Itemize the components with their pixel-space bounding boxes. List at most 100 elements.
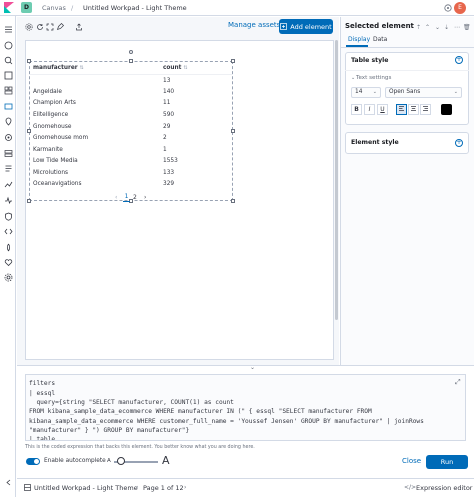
tab-display[interactable]: Display [348,36,370,43]
column-header-count[interactable]: count ⇅ [163,65,188,71]
discover-icon[interactable] [4,56,13,65]
run-button[interactable]: Run [426,455,468,469]
canvas-icon[interactable] [4,102,13,111]
resize-handle-w[interactable] [27,129,31,133]
chevron-right-icon[interactable]: › [184,484,186,491]
font-family-select[interactable]: Open Sans ⌄ [385,87,462,98]
logs-icon[interactable] [4,164,13,173]
sort-icon[interactable]: ⇅ [183,65,187,71]
infrastructure-icon[interactable] [4,149,13,158]
resize-handle-e[interactable] [231,129,235,133]
resize-handle-nw[interactable] [27,59,31,63]
align-right-button[interactable] [420,104,431,115]
text-color-swatch[interactable] [441,104,452,115]
table-style-title: Table style [351,57,389,64]
expand-icon[interactable]: ⤢ [455,378,461,387]
edit-icon[interactable] [56,23,64,31]
code-line[interactable]: FROM kibana_sample_data_ecommerce WHERE … [29,408,372,415]
visualize-icon[interactable] [4,71,13,80]
pagination-next-button[interactable]: › [144,194,146,201]
maps-icon[interactable] [4,117,13,126]
align-left-button[interactable] [396,104,407,115]
delete-icon[interactable]: 🗑 [463,24,471,31]
chevron-down-icon[interactable]: ⌄ [435,24,440,31]
apm-icon[interactable] [4,180,13,189]
editor-collapse-bar[interactable] [17,365,474,372]
chevron-down-icon: ⌄ [372,89,377,95]
add-style-icon[interactable]: + [455,56,463,64]
layer-down-icon[interactable]: ⇣ [444,24,449,31]
bold-button[interactable]: B [351,104,362,115]
code-line[interactable]: filters [29,380,55,387]
help-icon[interactable] [442,2,453,13]
kibana-logo-icon[interactable] [4,2,14,13]
manage-assets-link[interactable]: Manage assets [228,21,280,29]
align-right-icon [423,106,428,111]
chevron-up-icon[interactable]: ⌃ [425,24,430,31]
expression-editor-toggle[interactable]: Expression editor [416,484,472,492]
space-badge[interactable]: D [21,2,32,13]
close-button[interactable]: Close [402,457,421,465]
pagination-page-1[interactable]: 1 [123,193,130,202]
workspace-scrollbar[interactable] [335,40,338,320]
font-size-select[interactable]: 14 ⌄ [351,87,381,98]
text-settings-toggle[interactable]: Text settings [356,75,391,81]
menu-icon[interactable] [4,25,13,34]
more-options-icon[interactable]: ⋯ [454,24,460,31]
share-icon[interactable] [75,23,83,31]
chevron-down-icon[interactable]: ⌄ [351,75,355,81]
resize-handle-n[interactable] [129,59,133,63]
management-icon[interactable] [4,273,13,282]
breadcrumb-canvas[interactable]: Canvas [42,4,66,12]
table-cell-manufacturer: Karmanite [33,147,63,153]
chevron-down-icon: ⌄ [453,89,458,95]
resize-handle-ne[interactable] [231,59,235,63]
add-element-button[interactable]: Add element [279,19,333,34]
siem-icon[interactable] [4,212,13,221]
add-element-style-icon[interactable]: + [455,139,463,147]
font-size-slider-thumb[interactable] [117,457,125,465]
chevron-down-icon[interactable]: ⌄ [250,364,255,371]
code-line[interactable]: kibana_sample_data_ecommerce WHERE custo… [29,418,424,425]
code-line[interactable]: "manufacturer" } ") GROUP BY manufacture… [29,427,189,434]
pagination-page-2[interactable]: 2 [133,194,137,201]
table-cell-count: 590 [163,112,175,118]
dashboard-icon[interactable] [4,86,13,95]
collapse-nav-icon[interactable] [4,478,13,487]
refresh-icon[interactable] [36,23,44,31]
layer-up-icon[interactable]: ⇡ [416,24,421,31]
heart-icon[interactable] [4,258,13,267]
align-left-icon [399,106,404,111]
rotate-handle[interactable] [129,50,133,54]
settings-icon[interactable] [25,23,33,31]
devtools-icon[interactable] [4,227,13,236]
code-line[interactable]: | essql [29,390,55,397]
recent-icon[interactable] [4,41,13,50]
column-header-manufacturer[interactable]: manufacturer ⇅ [33,65,84,71]
underline-button[interactable]: U [377,104,388,115]
font-size-small-label: A [107,458,111,464]
table-cell-count: 1553 [163,158,178,164]
italic-button[interactable]: I [364,104,375,115]
stack-monitoring-icon[interactable] [4,243,13,252]
tab-data[interactable]: Data [373,36,387,43]
left-navigation [0,16,16,497]
pagination-prev-button[interactable]: ‹ [115,194,117,201]
align-center-button[interactable] [408,104,419,115]
selected-element-frame[interactable] [29,61,233,201]
code-line[interactable]: query={string "SELECT manufacturer, COUN… [29,399,233,406]
autocomplete-toggle[interactable] [26,458,40,465]
sort-icon[interactable]: ⇅ [80,65,84,71]
code-icon[interactable]: </> [404,484,416,491]
fullscreen-icon[interactable] [46,23,54,31]
page-indicator: Page 1 of 12 [143,484,184,492]
chevron-left-icon[interactable]: ‹ [136,484,138,491]
page-manager-icon[interactable] [24,484,31,491]
top-bar: D Canvas / Untitled Workpad - Light Them… [0,0,474,16]
code-line[interactable]: | table [29,436,55,440]
uptime-icon[interactable] [4,196,13,205]
resize-handle-se[interactable] [231,199,235,203]
resize-handle-sw[interactable] [27,199,31,203]
ml-icon[interactable] [4,133,13,142]
avatar[interactable]: E [454,2,466,14]
